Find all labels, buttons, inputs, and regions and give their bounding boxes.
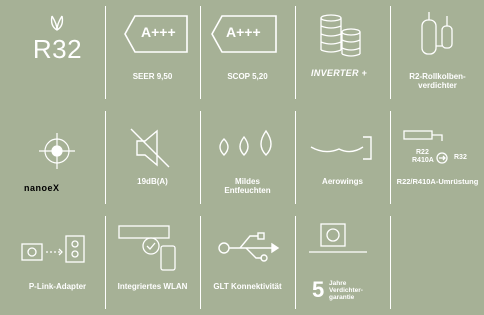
coins-stack-icon	[295, 6, 390, 68]
new-refrigerant-r32: R32	[454, 154, 467, 161]
refrigerant-label: R32	[32, 34, 83, 64]
inverter-logo: INVERTER +	[311, 68, 368, 78]
compressor-icon	[390, 6, 484, 68]
energy-class-badge: A+++	[226, 24, 261, 40]
warranty-years: 5	[312, 277, 325, 302]
feature-seer: A+++ SEER 9,50	[105, 0, 200, 105]
feature-r32: R32	[10, 0, 105, 105]
pipe-conversion-icon	[390, 111, 484, 173]
feature-wlan: Integriertes WLAN	[105, 210, 200, 315]
usb-connectivity-icon	[200, 216, 295, 278]
mute-speaker-icon	[105, 111, 200, 173]
entfeuchten-label: Mildes Entfeuchten	[224, 177, 271, 195]
umruestung-label: R22/R410A-Umrüstung	[396, 177, 479, 186]
feature-scop: A+++ SCOP 5,20	[200, 0, 295, 105]
water-drops-icon	[200, 111, 295, 173]
db-label: 19dB(A)	[137, 177, 168, 186]
smartphone-wlan-icon	[105, 216, 200, 278]
energy-class-badge: A+++	[141, 24, 176, 40]
empty-cell	[390, 210, 484, 315]
feature-plink: P-Link-Adapter	[10, 210, 105, 315]
nanoe-logo: nanoeX	[24, 183, 60, 193]
feature-rollkolben: R2-Rollkolben- verdichter	[390, 0, 484, 105]
plink-label: P-Link-Adapter	[28, 282, 87, 291]
seer-label: SEER 9,50	[132, 72, 173, 81]
wlan-label: Integriertes WLAN	[117, 282, 188, 291]
feature-entfeuchten: Mildes Entfeuchten	[200, 105, 295, 210]
feature-db: 19dB(A)	[105, 105, 200, 210]
rollkolben-label: R2-Rollkolben- verdichter	[409, 72, 466, 90]
glt-label: GLT Konnektivität	[213, 282, 282, 291]
feature-aerowings: Aerowings	[295, 105, 390, 210]
aerowings-label: Aerowings	[322, 177, 363, 186]
feature-nanoe: nanoeX	[10, 105, 105, 210]
nanoe-particle-icon	[10, 111, 105, 173]
warranty-text: Jahre Verdichter- garantie	[329, 280, 363, 301]
feature-inverter: INVERTER +	[295, 0, 390, 105]
old-refrigerant-r22: R22	[416, 149, 429, 156]
feature-garantie: 5 Jahre Verdichter- garantie	[295, 210, 390, 315]
old-refrigerant-r410a: R410A	[412, 157, 434, 164]
feature-umruestung: R22 R410A R32 R22/R410A-Umrüstung	[390, 105, 484, 210]
aerowings-icon	[295, 111, 390, 173]
scop-label: SCOP 5,20	[227, 72, 268, 81]
plink-adapter-icon	[10, 216, 105, 278]
feature-glt: GLT Konnektivität	[200, 210, 295, 315]
outdoor-unit-icon	[295, 216, 390, 278]
